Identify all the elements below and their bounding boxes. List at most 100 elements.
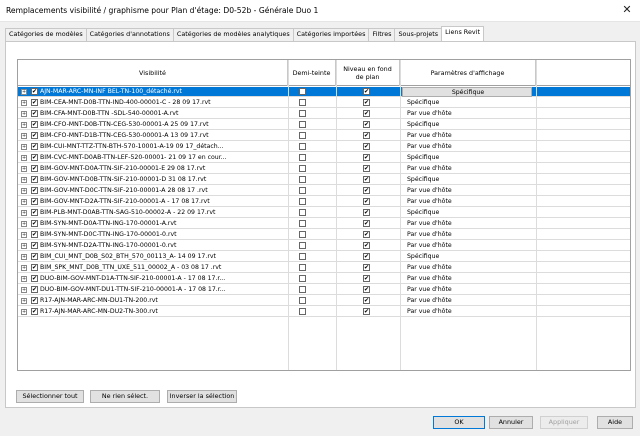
- select-all-button[interactable]: Sélectionner tout: [16, 390, 84, 403]
- visibility-checkbox[interactable]: [31, 176, 38, 183]
- display-settings-value[interactable]: Par vue d'hôte: [405, 164, 535, 174]
- visibility-checkbox[interactable]: [31, 198, 38, 205]
- underlay-checkbox[interactable]: [363, 121, 370, 128]
- invert-selection-button[interactable]: Inverser la sélection: [167, 390, 237, 403]
- underlay-checkbox[interactable]: [363, 308, 370, 315]
- halftone-checkbox[interactable]: [299, 198, 306, 205]
- underlay-checkbox[interactable]: [363, 187, 370, 194]
- apply-button[interactable]: Appliquer: [540, 416, 588, 429]
- display-settings-value[interactable]: Spécifique: [405, 252, 535, 262]
- display-settings-value[interactable]: Par vue d'hôte: [405, 109, 535, 119]
- halftone-checkbox[interactable]: [299, 143, 306, 150]
- display-settings-value[interactable]: Par vue d'hôte: [405, 186, 535, 196]
- select-none-button[interactable]: Ne rien sélect.: [90, 390, 160, 403]
- visibility-checkbox[interactable]: [31, 220, 38, 227]
- tab-liens-revit[interactable]: Liens Revit: [441, 26, 484, 41]
- expand-icon[interactable]: +: [21, 243, 27, 249]
- header-underlay[interactable]: Niveau en fond de plan: [336, 60, 400, 86]
- table-row[interactable]: + BIM-SYN-MNT-D0A-TTN-ING-170-00001-A.rvt…: [18, 219, 630, 229]
- header-halftone[interactable]: Demi-teinte: [288, 60, 336, 86]
- table-row[interactable]: + BIM-GOV-MNT-D2A-TTN-SIF-210-00001-A - 1…: [18, 197, 630, 207]
- table-row[interactable]: + BIM-CFO-MNT-D1B-TTN-CEG-530-00001-A 13 …: [18, 131, 630, 141]
- expand-icon[interactable]: +: [21, 133, 27, 139]
- visibility-checkbox[interactable]: [31, 308, 38, 315]
- display-settings-value[interactable]: Par vue d'hôte: [405, 296, 535, 306]
- halftone-checkbox[interactable]: [299, 275, 306, 282]
- table-row[interactable]: + BIM-CEA-MNT-D0B-TTN-IND-400-00001-C - 2…: [18, 98, 630, 108]
- visibility-checkbox[interactable]: [31, 209, 38, 216]
- tab-filtres[interactable]: Filtres: [368, 28, 396, 41]
- expand-icon[interactable]: +: [21, 100, 27, 106]
- expand-icon[interactable]: +: [21, 89, 27, 95]
- underlay-checkbox[interactable]: [363, 253, 370, 260]
- expand-icon[interactable]: +: [21, 188, 27, 194]
- display-settings-value[interactable]: Spécifique: [405, 98, 535, 108]
- table-row[interactable]: + BIM-GOV-MNT-D0C-TTN-SIF-210-00001-A 28 …: [18, 186, 630, 196]
- underlay-checkbox[interactable]: [363, 275, 370, 282]
- halftone-checkbox[interactable]: [299, 242, 306, 249]
- display-settings-value[interactable]: Spécifique: [405, 153, 535, 163]
- expand-icon[interactable]: +: [21, 144, 27, 150]
- underlay-checkbox[interactable]: [363, 99, 370, 106]
- underlay-checkbox[interactable]: [363, 88, 370, 95]
- underlay-checkbox[interactable]: [363, 286, 370, 293]
- table-row[interactable]: + DUO-BIM-GOV-MNT-DU1-TTN-SIF-210-00001-A…: [18, 285, 630, 295]
- display-settings-value[interactable]: Par vue d'hôte: [405, 285, 535, 295]
- halftone-checkbox[interactable]: [299, 264, 306, 271]
- expand-icon[interactable]: +: [21, 287, 27, 293]
- expand-icon[interactable]: +: [21, 309, 27, 315]
- table-row[interactable]: + BIM-CVC-MNT-D0AB-TTN-LEF-520-00001- 21 …: [18, 153, 630, 163]
- help-button[interactable]: Aide: [597, 416, 633, 429]
- table-row[interactable]: + BIM-SYN-MNT-D0C-TTN-ING-170-00001-0.rvt…: [18, 230, 630, 240]
- table-row[interactable]: + R17-AJN-MAR-ARC-MN-DU1-TN-200.rvt Par vu…: [18, 296, 630, 306]
- visibility-checkbox[interactable]: [31, 99, 38, 106]
- visibility-checkbox[interactable]: [31, 264, 38, 271]
- display-settings-value[interactable]: Par vue d'hôte: [405, 307, 535, 317]
- expand-icon[interactable]: +: [21, 276, 27, 282]
- underlay-checkbox[interactable]: [363, 176, 370, 183]
- visibility-checkbox[interactable]: [31, 275, 38, 282]
- table-row[interactable]: + BIM_SPK_MNT_D0B_TTN_UXE_511_00002_A - 0…: [18, 263, 630, 273]
- expand-icon[interactable]: +: [21, 254, 27, 260]
- halftone-checkbox[interactable]: [299, 231, 306, 238]
- halftone-checkbox[interactable]: [299, 308, 306, 315]
- table-row[interactable]: + BIM-GOV-MNT-D0A-TTN-SIF-210-00001-E 29 …: [18, 164, 630, 174]
- tab-sous-projets[interactable]: Sous-projets: [394, 28, 443, 41]
- close-icon[interactable]: ✕: [614, 0, 640, 22]
- display-settings-value[interactable]: Par vue d'hôte: [405, 142, 535, 152]
- halftone-checkbox[interactable]: [299, 209, 306, 216]
- table-row[interactable]: + R17-AJN-MAR-ARC-MN-DU2-TN-300.rvt Par vu…: [18, 307, 630, 317]
- halftone-checkbox[interactable]: [299, 297, 306, 304]
- halftone-checkbox[interactable]: [299, 165, 306, 172]
- visibility-checkbox[interactable]: [31, 143, 38, 150]
- expand-icon[interactable]: +: [21, 221, 27, 227]
- visibility-checkbox[interactable]: [31, 297, 38, 304]
- tab-cat-gories-d-annotations[interactable]: Catégories d'annotations: [85, 28, 174, 41]
- expand-icon[interactable]: +: [21, 265, 27, 271]
- visibility-checkbox[interactable]: [31, 187, 38, 194]
- header-display-settings[interactable]: Paramètres d'affichage: [400, 60, 536, 86]
- visibility-checkbox[interactable]: [31, 110, 38, 117]
- visibility-checkbox[interactable]: [31, 253, 38, 260]
- expand-icon[interactable]: +: [21, 166, 27, 172]
- halftone-checkbox[interactable]: [299, 154, 306, 161]
- underlay-checkbox[interactable]: [363, 143, 370, 150]
- expand-icon[interactable]: +: [21, 210, 27, 216]
- underlay-checkbox[interactable]: [363, 165, 370, 172]
- display-settings-value[interactable]: Par vue d'hôte: [405, 131, 535, 141]
- expand-icon[interactable]: +: [21, 199, 27, 205]
- visibility-checkbox[interactable]: [31, 165, 38, 172]
- display-settings-value[interactable]: Par vue d'hôte: [405, 197, 535, 207]
- visibility-checkbox[interactable]: [31, 231, 38, 238]
- table-row[interactable]: + AJN-MAR-ARC-MN-INF BEL-TN-100_détaché.r…: [18, 87, 630, 97]
- expand-icon[interactable]: +: [21, 155, 27, 161]
- underlay-checkbox[interactable]: [363, 198, 370, 205]
- expand-icon[interactable]: +: [21, 232, 27, 238]
- halftone-checkbox[interactable]: [299, 88, 306, 95]
- halftone-checkbox[interactable]: [299, 121, 306, 128]
- table-row[interactable]: + BIM-CUI-MNT-TTZ-TTN-BTH-570-10001-A-19 …: [18, 142, 630, 152]
- tab-cat-gories-import-es[interactable]: Catégories importées: [292, 28, 370, 41]
- halftone-checkbox[interactable]: [299, 187, 306, 194]
- display-settings-value[interactable]: Par vue d'hôte: [405, 241, 535, 251]
- display-settings-button[interactable]: Spécifique: [402, 87, 532, 97]
